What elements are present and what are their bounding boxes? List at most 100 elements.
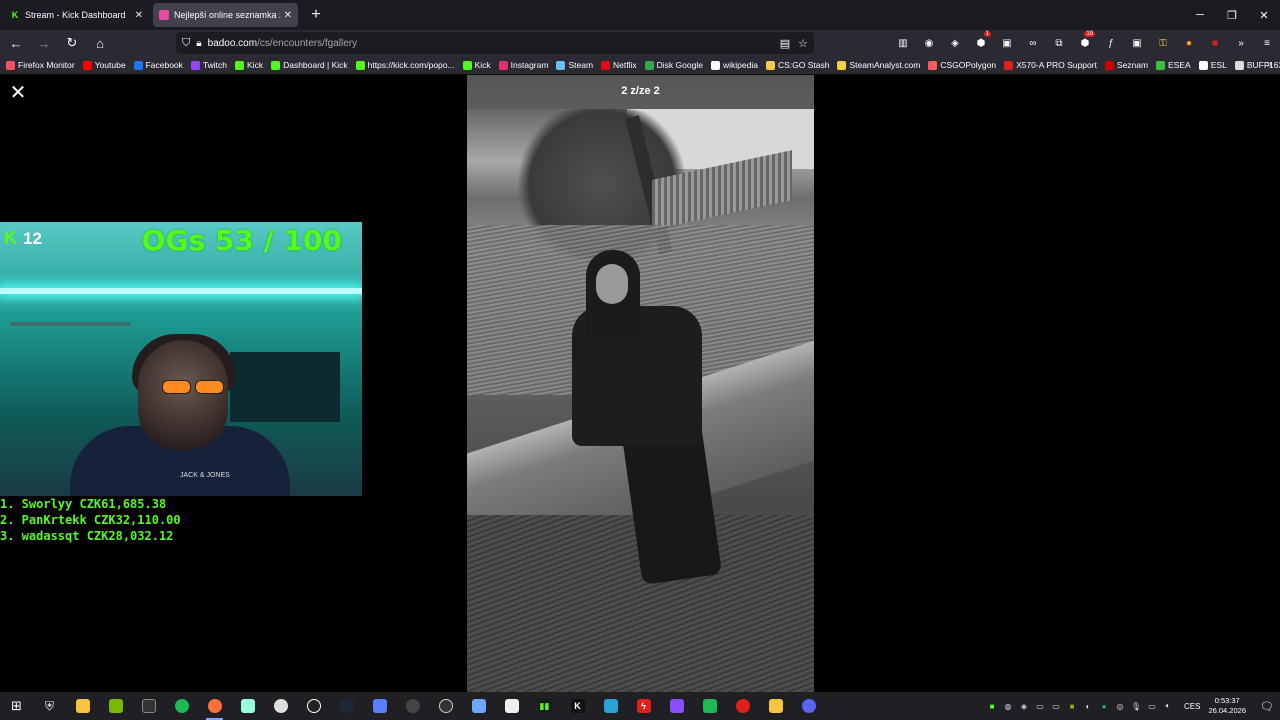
overflow-chevron-icon[interactable]: » [1228, 38, 1254, 49]
close-window-icon[interactable]: ✕ [1248, 0, 1280, 30]
cookie-extension-icon[interactable]: ● [1176, 38, 1202, 49]
lightning-app-icon[interactable]: ϟ [627, 692, 660, 720]
extension-icon[interactable]: ■ [1202, 38, 1228, 49]
microphone-icon[interactable]: 🎙︎ [1128, 702, 1144, 711]
bookmark-item[interactable]: Kick [462, 60, 491, 70]
close-tab-icon[interactable]: ✕ [284, 10, 292, 21]
clock-app-icon[interactable] [297, 692, 330, 720]
bookmark-item[interactable]: SteamAnalyst.com [837, 60, 920, 70]
bookmark-item[interactable]: CSGOPolygon [928, 60, 996, 70]
app-icon[interactable] [594, 692, 627, 720]
bookmark-item[interactable]: Facebook [133, 60, 183, 70]
close-tab-icon[interactable]: ✕ [135, 10, 143, 21]
forward-icon[interactable]: → [32, 31, 56, 55]
bookmark-item[interactable]: Youtube [82, 60, 126, 70]
app-icon[interactable] [495, 692, 528, 720]
minimize-icon[interactable]: ─ [1184, 0, 1216, 30]
nvidia-icon[interactable] [99, 692, 132, 720]
home-icon[interactable]: ⌂ [88, 31, 112, 55]
terminal-icon[interactable] [132, 692, 165, 720]
tray-icon[interactable]: ▭ [1048, 702, 1064, 711]
new-tab-button[interactable]: + [304, 3, 328, 27]
bookmark-item[interactable]: ESEA [1156, 60, 1191, 70]
bookmark-item[interactable]: Seznam [1104, 60, 1148, 70]
start-icon[interactable]: ⊞ [0, 692, 33, 720]
puzzle-extensions-icon[interactable]: ⧉ [1046, 38, 1072, 49]
notifications-icon[interactable]: 🗨︎ [1254, 700, 1280, 713]
steam-extension-icon[interactable]: ◈ [942, 38, 968, 49]
bookmark-item[interactable]: ESL [1198, 60, 1227, 70]
restore-icon[interactable]: ❐ [1216, 0, 1248, 30]
steam-tray-icon[interactable]: ◈ [1016, 702, 1032, 711]
calculator-icon[interactable] [462, 692, 495, 720]
spotify-tray-icon[interactable]: ● [1096, 702, 1112, 711]
tray-icon[interactable]: ◐ [1080, 702, 1096, 711]
app-icon[interactable] [231, 692, 264, 720]
bookmark-item[interactable]: Twitch [190, 60, 227, 70]
bookmark-item[interactable]: Kick [235, 60, 263, 70]
extension-icon[interactable]: ▣ [1124, 38, 1150, 49]
bookmark-item[interactable]: Dashboard | Kick [271, 60, 348, 70]
purple-app-icon[interactable] [660, 692, 693, 720]
tray-icon[interactable]: ▭ [1032, 702, 1048, 711]
account-icon[interactable]: ◉ [916, 38, 942, 49]
steam-icon[interactable] [330, 692, 363, 720]
adblock-extension-icon[interactable]: ⬢ [968, 30, 994, 49]
security-shield-icon[interactable]: ⛨ [33, 692, 66, 720]
bookmark-item[interactable]: Instagram [498, 60, 548, 70]
reader-view-icon[interactable]: ▤ [780, 37, 790, 50]
bookmark-star-icon[interactable]: ☆ [798, 37, 808, 50]
discord-icon[interactable] [792, 692, 825, 720]
chat-app-icon[interactable] [264, 692, 297, 720]
csgo-icon[interactable] [429, 692, 462, 720]
library-icon[interactable]: ▥ [890, 38, 916, 49]
url-bar[interactable]: ⛉ 🔒︎ badoo.com/cs/encounters/fgallery ▤ … [176, 32, 814, 54]
bookmark-item[interactable]: Netflix [601, 60, 637, 70]
kick-icon [355, 60, 365, 70]
key-extension-icon[interactable]: ⚿ [1150, 38, 1176, 49]
tray-icon[interactable]: ◎ [1112, 702, 1128, 711]
opera-icon[interactable] [726, 692, 759, 720]
buff-icon [1234, 60, 1244, 70]
extension-icon[interactable]: ▣ [994, 38, 1020, 49]
spotify-icon[interactable] [165, 692, 198, 720]
nvidia-tray-icon[interactable]: ■ [1064, 702, 1080, 711]
bookmark-item[interactable]: Disk Google [644, 60, 703, 70]
file-explorer-icon[interactable] [66, 692, 99, 720]
clock[interactable]: 0:53:37 26.04.2026 [1208, 696, 1246, 716]
wikipedia-icon [710, 60, 720, 70]
lock-icon[interactable]: 🔒︎ [196, 38, 201, 49]
monitor-app-icon[interactable] [363, 692, 396, 720]
tab-kick-dashboard[interactable]: K Stream - Kick Dashboard ✕ [4, 3, 149, 27]
tab-badoo[interactable]: Nejlepší online seznamka zdarm ✕ [153, 3, 298, 27]
language-indicator[interactable]: CES [1184, 702, 1200, 711]
volume-icon[interactable]: 🔈︎ [1160, 701, 1176, 711]
tray-icon[interactable]: ◍ [1000, 702, 1016, 711]
mask-extension-icon[interactable]: ∞ [1020, 38, 1046, 49]
bookmark-item[interactable]: X570-A PRO Support [1004, 60, 1097, 70]
bookmark-item[interactable]: Steam [556, 60, 593, 70]
tracking-protection-shield-icon[interactable]: ⛉ [182, 37, 190, 50]
obs-icon[interactable] [396, 692, 429, 720]
app-icon[interactable] [759, 692, 792, 720]
bookmark-label: Steam [568, 60, 594, 70]
firefox-icon[interactable] [198, 692, 231, 720]
tray-icon[interactable]: ■ [984, 702, 1000, 711]
back-icon[interactable]: ← [4, 31, 28, 55]
bookmark-item[interactable]: Firefox Monitor [6, 60, 75, 70]
bookmark-item[interactable]: CS:GO Stash [765, 60, 829, 70]
bookmark-item[interactable]: BUFF163 [1234, 60, 1280, 70]
close-gallery-icon[interactable]: ✕ [0, 75, 36, 109]
reload-icon[interactable]: ↻ [60, 31, 84, 55]
kick-icon[interactable]: K [561, 692, 594, 720]
notification-extension-icon[interactable]: ⬢ [1072, 30, 1098, 49]
bookmarks-overflow-icon[interactable]: » [1266, 59, 1272, 70]
bookmark-item[interactable]: https://kick.com/popo... [355, 60, 455, 70]
network-icon[interactable]: ▭ [1144, 702, 1160, 711]
menu-icon[interactable]: ≡ [1254, 38, 1280, 49]
kick-bars-icon[interactable]: ▮▮ [528, 692, 561, 720]
chart-app-icon[interactable] [693, 692, 726, 720]
script-extension-icon[interactable]: ƒ [1098, 38, 1124, 49]
bookmark-item[interactable]: wikipedia [710, 60, 758, 70]
gallery-photo[interactable]: 2 z/ze 2 [467, 75, 814, 692]
